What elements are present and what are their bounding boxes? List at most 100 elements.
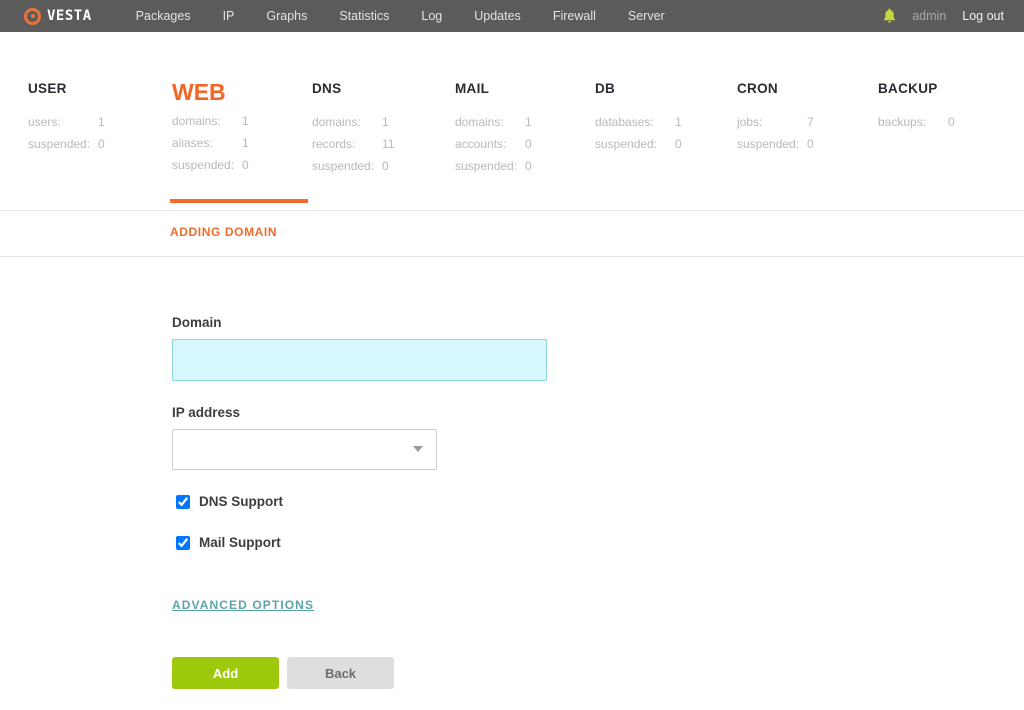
stat-label: records: xyxy=(312,137,356,151)
mail-support-row[interactable]: Mail Support xyxy=(176,535,281,550)
stat-row: suspended: 0 xyxy=(172,154,249,176)
stat-rows-db: databases: 1 suspended: 0 xyxy=(595,111,682,155)
stat-row: accounts: 0 xyxy=(455,133,532,155)
nav-right-group: admin Log out xyxy=(880,0,1010,32)
stat-row: users: 1 xyxy=(28,111,105,133)
stat-label: suspended: xyxy=(737,137,800,151)
stat-row: backups: 0 xyxy=(878,111,955,133)
active-tab-indicator xyxy=(170,199,308,203)
dns-support-label[interactable]: DNS Support xyxy=(199,494,283,509)
stat-value: 0 xyxy=(675,137,682,151)
stat-title-mail[interactable]: MAIL xyxy=(455,81,489,96)
stat-value: 1 xyxy=(98,115,105,129)
vesta-logo[interactable]: VESTA xyxy=(24,0,92,32)
stat-label: accounts: xyxy=(455,137,507,151)
stat-title-dns[interactable]: DNS xyxy=(312,81,341,96)
nav-item-packages[interactable]: Packages xyxy=(120,0,207,32)
stat-value: 0 xyxy=(948,115,955,129)
dns-support-row[interactable]: DNS Support xyxy=(176,494,283,509)
stat-title-db[interactable]: DB xyxy=(595,81,615,96)
stat-row: databases: 1 xyxy=(595,111,682,133)
stat-value: 1 xyxy=(242,114,249,128)
stat-row: aliases: 1 xyxy=(172,132,249,154)
stat-label: domains: xyxy=(172,114,221,128)
stat-value: 0 xyxy=(382,159,389,173)
stat-column-user: USER users: 1 suspended: 0 xyxy=(28,80,105,155)
stat-label: jobs: xyxy=(737,115,763,129)
stat-title-user[interactable]: USER xyxy=(28,81,67,96)
stat-title-backup[interactable]: BACKUP xyxy=(878,81,938,96)
nav-item-server[interactable]: Server xyxy=(612,0,681,32)
nav-item-updates[interactable]: Updates xyxy=(458,0,537,32)
main-nav-links: Packages IP Graphs Statistics Log Update… xyxy=(120,0,681,32)
stat-column-cron: CRON jobs: 7 suspended: 0 xyxy=(737,80,814,155)
nav-item-graphs[interactable]: Graphs xyxy=(250,0,323,32)
stat-value: 0 xyxy=(242,158,249,172)
nav-item-firewall[interactable]: Firewall xyxy=(537,0,612,32)
stat-value: 7 xyxy=(807,115,814,129)
stat-rows-cron: jobs: 7 suspended: 0 xyxy=(737,111,814,155)
logout-link[interactable]: Log out xyxy=(962,9,1004,23)
dns-support-checkbox[interactable] xyxy=(176,494,190,509)
nav-username[interactable]: admin xyxy=(912,9,946,23)
ip-address-select[interactable] xyxy=(172,429,437,470)
stat-value: 1 xyxy=(382,115,389,129)
stat-label: suspended: xyxy=(172,158,235,172)
stat-rows-mail: domains: 1 accounts: 0 suspended: 0 xyxy=(455,111,532,177)
ip-address-select-wrap xyxy=(172,429,437,470)
stat-column-web: WEB domains: 1 aliases: 1 suspended: 0 xyxy=(172,80,249,176)
stat-label: suspended: xyxy=(312,159,375,173)
ip-address-label: IP address xyxy=(172,405,241,420)
vesta-ring-icon xyxy=(24,7,41,25)
stat-row: suspended: 0 xyxy=(312,155,394,177)
domain-field-group: Domain xyxy=(172,315,547,381)
stat-column-backup: BACKUP backups: 0 xyxy=(878,80,955,133)
stat-value: 0 xyxy=(525,137,532,151)
nav-item-log[interactable]: Log xyxy=(405,0,458,32)
stat-row: records: 11 xyxy=(312,133,394,155)
advanced-options-link[interactable]: ADVANCED OPTIONS xyxy=(172,598,314,612)
stat-value: 1 xyxy=(675,115,682,129)
stat-row: jobs: 7 xyxy=(737,111,814,133)
stat-value: 0 xyxy=(98,137,105,151)
stat-row: suspended: 0 xyxy=(737,133,814,155)
tab-divider-top xyxy=(0,210,1024,211)
mail-support-label[interactable]: Mail Support xyxy=(199,535,281,550)
notification-bell-icon[interactable] xyxy=(880,6,898,26)
tab-adding-domain[interactable]: ADDING DOMAIN xyxy=(170,225,277,239)
stat-row: domains: 1 xyxy=(312,111,394,133)
stat-rows-backup: backups: 0 xyxy=(878,111,955,133)
stat-column-dns: DNS domains: 1 records: 11 suspended: 0 xyxy=(312,80,394,177)
back-button[interactable]: Back xyxy=(287,657,394,689)
stat-value: 11 xyxy=(382,137,395,151)
stat-label: suspended: xyxy=(595,137,658,151)
stat-label: aliases: xyxy=(172,136,213,150)
domain-input[interactable] xyxy=(172,339,547,381)
stat-row: suspended: 0 xyxy=(28,133,105,155)
stat-label: suspended: xyxy=(28,137,91,151)
stat-label: domains: xyxy=(455,115,504,129)
stat-label: users: xyxy=(28,115,61,129)
nav-item-statistics[interactable]: Statistics xyxy=(323,0,405,32)
stat-label: backups: xyxy=(878,115,927,129)
stat-label: databases: xyxy=(595,115,654,129)
stat-row: suspended: 0 xyxy=(595,133,682,155)
stat-column-mail: MAIL domains: 1 accounts: 0 suspended: 0 xyxy=(455,80,532,177)
stat-rows-dns: domains: 1 records: 11 suspended: 0 xyxy=(312,111,394,177)
add-button[interactable]: Add xyxy=(172,657,279,689)
stat-rows-web: domains: 1 aliases: 1 suspended: 0 xyxy=(172,110,249,176)
stat-row: domains: 1 xyxy=(172,110,249,132)
top-navigation-bar: VESTA Packages IP Graphs Statistics Log … xyxy=(0,0,1024,32)
stat-value: 1 xyxy=(242,136,249,150)
vesta-logo-text: VESTA xyxy=(47,8,92,24)
stat-label: domains: xyxy=(312,115,361,129)
stats-panel: USER users: 1 suspended: 0 WEB domains: … xyxy=(0,32,1024,210)
add-domain-form: Domain IP address DNS Support Mail Suppo… xyxy=(0,257,1024,710)
nav-item-ip[interactable]: IP xyxy=(207,0,251,32)
ip-address-field-group: IP address xyxy=(172,405,437,470)
stat-row: suspended: 0 xyxy=(455,155,532,177)
stat-label: suspended: xyxy=(455,159,518,173)
stat-title-cron[interactable]: CRON xyxy=(737,81,778,96)
mail-support-checkbox[interactable] xyxy=(176,535,190,550)
stat-title-web[interactable]: WEB xyxy=(172,80,226,104)
